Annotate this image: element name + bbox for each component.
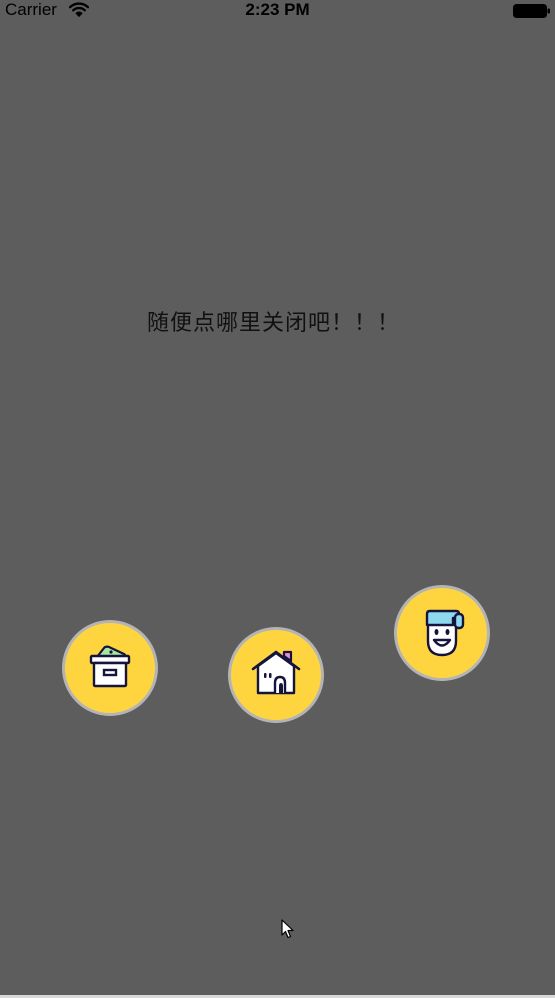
home-icon <box>246 643 306 707</box>
home-button[interactable] <box>228 627 324 723</box>
clock: 2:23 PM <box>245 0 310 19</box>
profile-button[interactable] <box>394 585 490 681</box>
storage-box-icon <box>80 636 140 700</box>
battery-icon <box>513 3 551 22</box>
storage-box-button[interactable] <box>62 620 158 716</box>
mouse-pointer-icon <box>281 919 295 943</box>
smiley-face-icon <box>412 601 472 665</box>
status-bar: Carrier 2:23 PM <box>0 0 555 22</box>
dismiss-hint-text: 随便点哪里关闭吧！！！ <box>146 311 400 336</box>
